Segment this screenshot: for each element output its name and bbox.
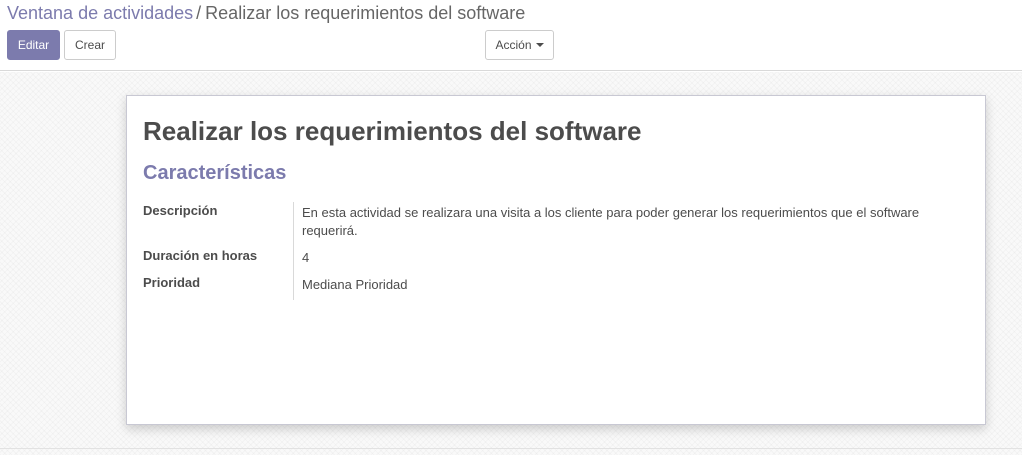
create-button[interactable]: Crear (64, 30, 116, 60)
breadcrumb-separator: / (196, 3, 202, 23)
breadcrumb-current: Realizar los requerimientos del software (205, 3, 526, 23)
group-title: Características (143, 162, 287, 184)
control-panel: Ventana de actividades / Realizar los requ… (0, 0, 1022, 71)
action-dropdown-label: Acción (495, 38, 532, 52)
breadcrumb-parent-link[interactable]: Ventana de actividades (7, 3, 193, 23)
field-value-priority: Mediana Prioridad (302, 277, 408, 292)
caret-down-icon (535, 43, 544, 47)
field-label-priority: Prioridad (143, 275, 201, 290)
field-label-duration: Duración en horas (143, 248, 258, 263)
action-dropdown-button[interactable]: Acción (485, 30, 554, 60)
edit-button[interactable]: Editar (7, 30, 60, 60)
bottom-divider (0, 448, 1022, 449)
field-value-description: En esta actividad se realizara una visit… (302, 205, 920, 238)
form-view-background: Realizar los requerimientos del software… (0, 72, 1022, 455)
field-separator (293, 202, 294, 300)
form-sheet: Realizar los requerimientos del software… (126, 95, 986, 425)
field-label-description: Descripción (143, 203, 218, 218)
breadcrumb: Ventana de actividades / Realizar los requ… (7, 2, 525, 24)
record-title: Realizar los requerimientos del software (143, 116, 642, 146)
field-value-duration: 4 (302, 250, 310, 265)
